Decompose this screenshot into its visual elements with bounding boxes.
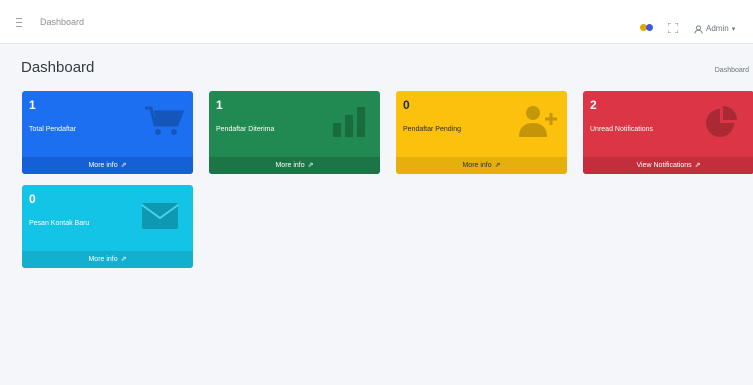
cart-icon bbox=[144, 105, 184, 137]
user-menu[interactable]: Admin ▾ bbox=[694, 23, 735, 35]
top-navbar: Dashboard Admin ▾ bbox=[0, 0, 753, 44]
pie-chart-icon bbox=[701, 105, 741, 137]
card-pendaftar-pending: 0 Pendaftar Pending More info ⇗ bbox=[396, 91, 567, 174]
card-value: 0 bbox=[29, 192, 36, 206]
page-title: Dashboard bbox=[21, 59, 95, 76]
chevron-down-icon: ▾ bbox=[731, 26, 736, 33]
user-plus-icon bbox=[518, 105, 558, 137]
card-pendaftar-diterima: 1 Pendaftar Diterima More info ⇗ bbox=[209, 91, 380, 174]
user-icon bbox=[694, 24, 703, 34]
card-value: 1 bbox=[216, 98, 223, 112]
card-label: Pendaftar Pending bbox=[403, 126, 461, 133]
envelope-icon bbox=[140, 199, 180, 231]
more-info-link[interactable]: More info ⇗ bbox=[396, 157, 567, 174]
menu-toggle-icon[interactable] bbox=[12, 14, 28, 30]
arrow-icon: ⇗ bbox=[307, 162, 314, 169]
arrow-icon: ⇗ bbox=[694, 162, 701, 169]
notifications-icon[interactable] bbox=[640, 24, 654, 34]
more-info-link[interactable]: More info ⇗ bbox=[209, 157, 380, 174]
arrow-icon: ⇗ bbox=[120, 256, 127, 263]
breadcrumb[interactable]: Dashboard bbox=[715, 66, 749, 75]
card-value: 2 bbox=[590, 98, 597, 112]
more-info-link[interactable]: More info ⇗ bbox=[22, 157, 193, 174]
card-value: 0 bbox=[403, 98, 410, 112]
navbar-dashboard-link[interactable]: Dashboard bbox=[40, 14, 84, 30]
card-unread-notifications: 2 Unread Notifications View Notification… bbox=[583, 91, 753, 174]
arrow-icon: ⇗ bbox=[494, 162, 501, 169]
card-label: Total Pendaftar bbox=[29, 126, 77, 133]
bar-chart-icon bbox=[329, 105, 369, 137]
card-total-pendaftar: 1 Total Pendaftar More info ⇗ bbox=[22, 91, 193, 174]
card-label: Unread Notifications bbox=[590, 126, 654, 133]
card-value: 1 bbox=[29, 98, 36, 112]
fullscreen-icon[interactable] bbox=[668, 23, 678, 33]
card-label: Pesan Kontak Baru bbox=[29, 220, 90, 227]
more-info-link[interactable]: More info ⇗ bbox=[22, 251, 193, 268]
card-pesan-kontak-baru: 0 Pesan Kontak Baru More info ⇗ bbox=[22, 185, 193, 268]
view-notifications-link[interactable]: View Notifications ⇗ bbox=[583, 157, 753, 174]
user-name: Admin bbox=[706, 24, 729, 33]
arrow-icon: ⇗ bbox=[120, 162, 127, 169]
card-label: Pendaftar Diterima bbox=[216, 126, 275, 133]
